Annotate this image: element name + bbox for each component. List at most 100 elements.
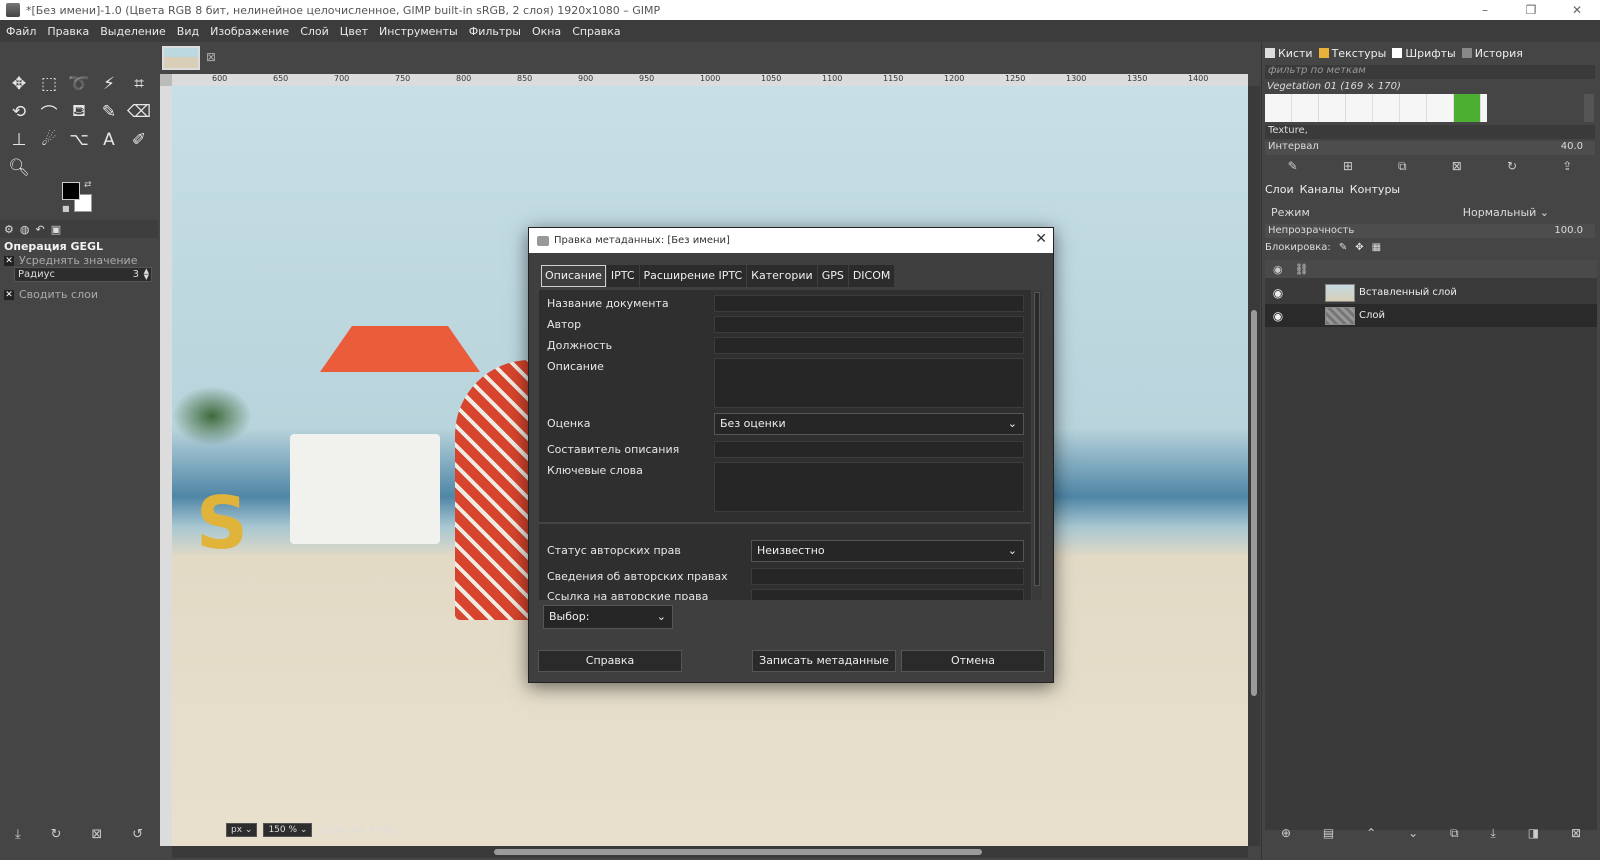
brush-thumb[interactable] — [1454, 94, 1481, 122]
write-metadata-button[interactable]: Записать метаданные — [752, 650, 896, 672]
tab-fonts[interactable]: Шрифты — [1392, 47, 1456, 60]
fuzzy-select-tool-icon[interactable]: ⚡ — [94, 70, 124, 98]
menu-tools[interactable]: Инструменты — [379, 25, 458, 38]
menu-help[interactable]: Справка — [572, 25, 620, 38]
reset-colors-icon[interactable]: ■ — [62, 204, 70, 213]
spin-arrows-icon[interactable]: ▲ ▼ — [144, 268, 149, 281]
reset-options-icon[interactable]: ↺ — [132, 827, 143, 842]
close-dialog-icon[interactable]: ✕ — [1035, 231, 1047, 247]
lock-alpha-icon[interactable]: ▦ — [1372, 242, 1381, 253]
paths-tool-icon[interactable]: ⌥ — [64, 126, 94, 154]
layer-name[interactable]: Вставленный слой — [1359, 287, 1457, 298]
menu-image[interactable]: Изображение — [210, 25, 289, 38]
copyright-status-select[interactable]: Неизвестно ⌄ — [751, 540, 1024, 562]
delete-layer-icon[interactable]: ⊠ — [1571, 826, 1581, 840]
duplicate-brush-icon[interactable]: ⧉ — [1398, 159, 1407, 175]
form-scrollbar[interactable] — [1032, 290, 1042, 600]
unit-select[interactable]: px ⌄ — [226, 823, 258, 837]
brush-thumb[interactable] — [1346, 94, 1373, 122]
close-image-icon[interactable]: ⊠ — [206, 50, 216, 64]
tab-paths[interactable]: Контуры — [1350, 183, 1400, 196]
brush-thumb[interactable] — [1319, 94, 1346, 122]
text-tool-icon[interactable]: A — [94, 126, 124, 154]
opacity-slider[interactable]: Непрозрачность 100.0 — [1265, 224, 1595, 238]
delete-brush-icon[interactable]: ⊠ — [1452, 159, 1462, 175]
tab-brushes[interactable]: Кисти — [1265, 47, 1313, 60]
edit-brush-icon[interactable]: ✎ — [1288, 159, 1298, 175]
tab-iptc[interactable]: IPTC — [606, 265, 639, 287]
rect-select-tool-icon[interactable]: ⬚ — [34, 70, 64, 98]
brush-thumb[interactable] — [1400, 94, 1427, 122]
tab-categories[interactable]: Категории — [747, 265, 817, 287]
vertical-scrollbar[interactable] — [1248, 86, 1260, 846]
lock-position-icon[interactable]: ✥ — [1355, 242, 1363, 253]
move-tool-icon[interactable]: ✥ — [4, 70, 34, 98]
merge-down-icon[interactable]: ⤓ — [1491, 826, 1496, 841]
eye-icon[interactable]: ◉ — [1265, 286, 1291, 300]
color-picker-tool-icon[interactable]: ✐ — [124, 126, 154, 154]
tab-layers[interactable]: Слои — [1265, 183, 1294, 196]
restore-button[interactable]: ❐ — [1508, 0, 1554, 20]
horizontal-scroll-thumb[interactable] — [494, 849, 982, 855]
tab-history[interactable]: История — [1461, 47, 1523, 60]
menu-file[interactable]: Файл — [6, 25, 36, 38]
tab-channels[interactable]: Каналы — [1300, 183, 1344, 196]
new-brush-icon[interactable]: ⊞ — [1343, 159, 1353, 175]
cancel-button[interactable]: Отмена — [901, 650, 1045, 672]
refresh-brushes-icon[interactable]: ↻ — [1507, 159, 1517, 175]
layer-row[interactable]: ◉ Слой — [1265, 304, 1597, 327]
tab-description[interactable]: Описание — [541, 265, 606, 287]
layer-name[interactable]: Слой — [1359, 310, 1385, 321]
restore-preset-icon[interactable]: ↻ — [51, 827, 62, 842]
images-tab-icon[interactable]: ▣ — [51, 223, 61, 236]
menu-select[interactable]: Выделение — [100, 25, 166, 38]
delete-preset-icon[interactable]: ⊠ — [91, 827, 102, 842]
bucket-fill-tool-icon[interactable]: ⛾ — [64, 98, 94, 126]
desc-writer-input[interactable] — [714, 441, 1024, 458]
tab-patterns[interactable]: Текстуры — [1318, 47, 1386, 60]
horizontal-scrollbar[interactable] — [172, 846, 1248, 858]
brush-thumb[interactable] — [1265, 94, 1292, 122]
menu-color[interactable]: Цвет — [340, 25, 368, 38]
tab-iptc-extension[interactable]: Расширение IPTC — [639, 265, 747, 287]
keywords-textarea[interactable] — [714, 462, 1024, 512]
duplicate-layer-icon[interactable]: ⧉ — [1450, 826, 1459, 841]
crop-tool-icon[interactable]: ⌗ — [124, 70, 154, 98]
description-textarea[interactable] — [714, 358, 1024, 408]
undo-history-tab-icon[interactable]: ↶ — [35, 223, 44, 236]
swap-colors-icon[interactable]: ⇄ — [84, 180, 92, 190]
layer-row[interactable]: ◉ Вставленный слой — [1265, 281, 1597, 304]
menu-filters[interactable]: Фильтры — [469, 25, 521, 38]
zoom-select[interactable]: 150 % ⌄ — [263, 823, 313, 837]
tab-dicom[interactable]: DICOM — [848, 265, 895, 287]
lock-pixels-icon[interactable]: ✎ — [1339, 242, 1347, 253]
menu-edit[interactable]: Правка — [47, 25, 89, 38]
position-input[interactable] — [714, 337, 1024, 354]
brush-tag-input[interactable]: Texture, — [1265, 125, 1595, 139]
warp-tool-icon[interactable]: ⌒ — [34, 98, 64, 126]
close-window-button[interactable]: ✕ — [1554, 0, 1600, 20]
rating-select[interactable]: Без оценки ⌄ — [714, 413, 1024, 435]
menu-windows[interactable]: Окна — [532, 25, 561, 38]
doc-title-input[interactable] — [714, 295, 1024, 312]
eye-icon[interactable]: ◉ — [1265, 309, 1291, 323]
device-status-tab-icon[interactable]: ◍ — [20, 223, 30, 236]
brush-thumb[interactable] — [1373, 94, 1400, 122]
menu-view[interactable]: Вид — [177, 25, 199, 38]
tab-gps[interactable]: GPS — [817, 265, 848, 287]
copyright-notice-input[interactable] — [751, 568, 1024, 585]
new-group-icon[interactable]: ▤ — [1323, 826, 1334, 840]
clone-tool-icon[interactable]: ⊥ — [4, 126, 34, 154]
author-input[interactable] — [714, 316, 1024, 333]
brush-thumb[interactable] — [1427, 94, 1454, 122]
mode-select[interactable]: Нормальный ⌄ — [1463, 204, 1549, 222]
menu-layer[interactable]: Слой — [300, 25, 329, 38]
choice-select[interactable]: Выбор: ⌄ — [543, 605, 673, 629]
interval-slider[interactable]: Интервал 40.0 — [1265, 141, 1595, 155]
image-tab-thumbnail[interactable] — [162, 46, 200, 70]
zoom-tool-icon[interactable]: 🔍︎ — [4, 154, 34, 182]
vertical-ruler[interactable] — [160, 86, 172, 846]
transform-tool-icon[interactable]: ⟲ — [4, 98, 34, 126]
new-layer-icon[interactable]: ⊕ — [1281, 826, 1291, 840]
radius-spinner[interactable]: Радиус 3 ▲ ▼ — [14, 267, 152, 282]
